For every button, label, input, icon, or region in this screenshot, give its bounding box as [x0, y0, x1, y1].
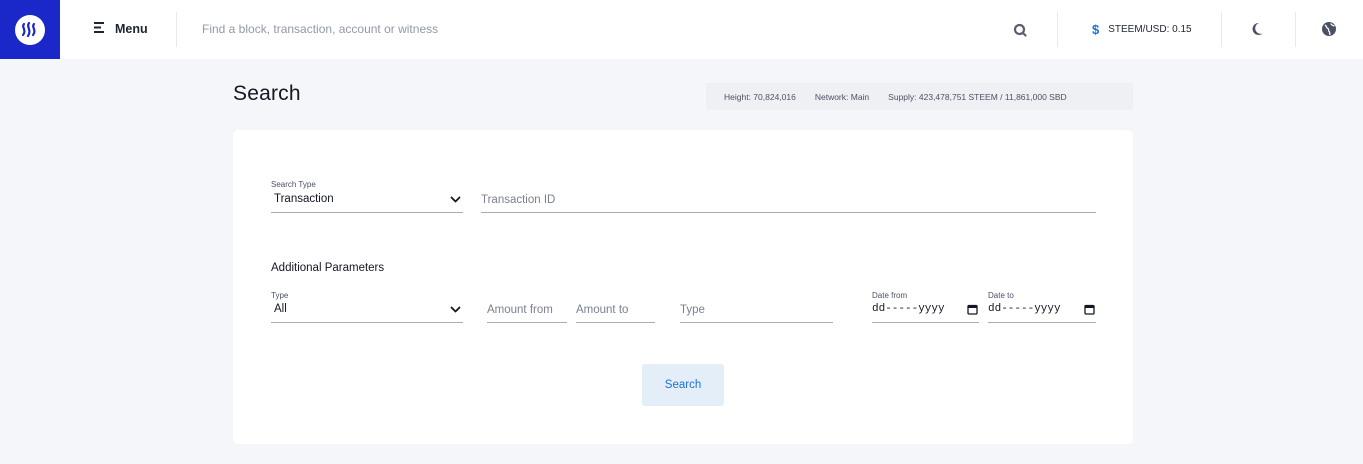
supply-label: Supply: 423,478,751 STEEM / 11,861,000 S…: [888, 91, 1067, 102]
date-to-input[interactable]: Date to dd-----yyyy: [988, 291, 1096, 323]
price-ticker: $ STEEM/USD: 0.15: [1092, 21, 1192, 37]
date-from-input[interactable]: Date from dd-----yyyy: [872, 291, 979, 323]
transaction-id-placeholder: Transaction ID: [481, 194, 556, 206]
search-type-value: Transaction: [274, 193, 334, 205]
menu-label: Menu: [115, 22, 148, 36]
type-value: All: [274, 303, 287, 315]
search-type-label: Search Type: [271, 180, 316, 189]
steem-logo-icon: [15, 14, 45, 45]
search-type-select[interactable]: Search Type Transaction: [271, 180, 463, 213]
chevron-down-icon: [450, 306, 461, 313]
date-to-value: dd-----yyyy: [988, 303, 1061, 315]
divider: [176, 12, 177, 47]
transaction-id-input[interactable]: Transaction ID: [481, 180, 1096, 213]
type-text-input[interactable]: Type: [680, 291, 833, 323]
chevron-down-icon: [450, 196, 461, 203]
date-to-label: Date to: [988, 291, 1014, 300]
amount-from-placeholder: Amount from: [487, 304, 553, 316]
steem-logo[interactable]: [0, 0, 60, 59]
type-text-placeholder: Type: [680, 304, 705, 316]
additional-parameters-heading: Additional Parameters: [271, 262, 385, 274]
price-label: STEEM/USD: 0.15: [1108, 23, 1192, 35]
amount-to-input[interactable]: Amount to: [576, 291, 655, 323]
page-title: Search: [233, 82, 301, 105]
dollar-icon: $: [1092, 21, 1100, 37]
globe-icon[interactable]: [1320, 20, 1338, 38]
divider: [1057, 12, 1058, 47]
hamburger-icon: [94, 20, 106, 38]
search-icon[interactable]: [1011, 21, 1028, 38]
network-label: Network: Main: [814, 91, 870, 102]
global-search-input[interactable]: [202, 18, 962, 40]
calendar-icon[interactable]: [967, 304, 978, 315]
amount-from-input[interactable]: Amount from: [487, 291, 567, 323]
date-from-value: dd-----yyyy: [872, 303, 945, 315]
calendar-icon[interactable]: [1084, 304, 1095, 315]
operation-type-select[interactable]: Type All: [271, 291, 463, 323]
date-from-label: Date from: [872, 291, 908, 300]
top-navbar: Menu $ STEEM/USD: 0.15: [0, 0, 1363, 59]
divider: [1295, 12, 1296, 47]
chain-stats-bar: Height: 70,824,016 Network: Main Supply:…: [706, 83, 1133, 110]
type-label: Type: [271, 291, 289, 300]
divider: [1221, 12, 1222, 47]
search-card: Search Type Transaction Transaction ID A…: [233, 130, 1133, 444]
amount-to-placeholder: Amount to: [576, 304, 629, 316]
search-submit-button[interactable]: Search: [642, 364, 724, 406]
block-height: Height: 70,824,016: [724, 91, 796, 102]
moon-icon[interactable]: [1250, 20, 1268, 38]
menu-button[interactable]: Menu: [94, 20, 148, 38]
